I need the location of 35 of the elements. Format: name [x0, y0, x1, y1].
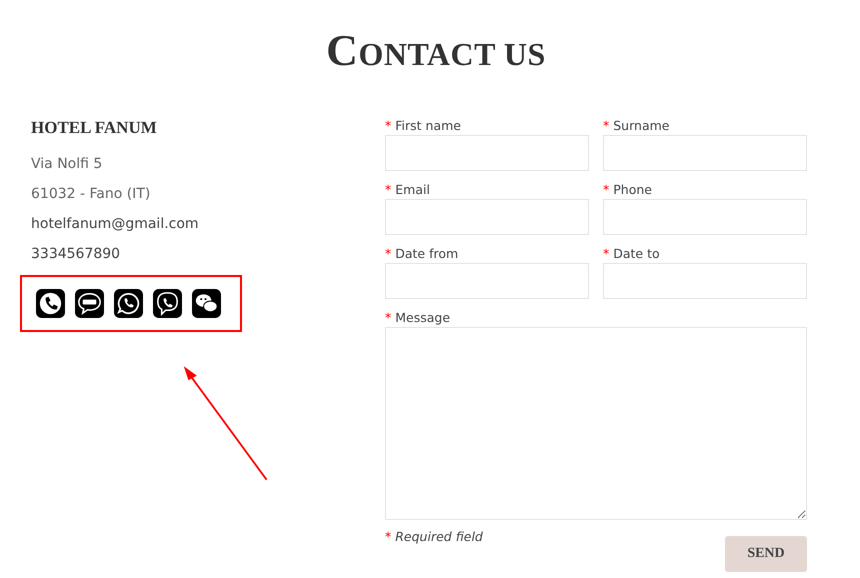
required-asterisk: * [603, 246, 610, 261]
field-label: Surname [613, 118, 670, 133]
required-asterisk: * [385, 529, 392, 544]
message-field[interactable] [385, 327, 807, 520]
chat-bubble-icon[interactable] [75, 289, 104, 318]
field-label: Phone [613, 182, 652, 197]
required-asterisk: * [385, 182, 392, 197]
phone-icon[interactable] [36, 289, 65, 318]
required-asterisk: * [385, 118, 392, 133]
address-line: Via Nolfi 5 [31, 155, 104, 174]
send-button[interactable]: SEND [725, 536, 807, 572]
required-asterisk: * [603, 118, 610, 133]
field-label: Email [395, 182, 430, 197]
chat-bubbles-icon[interactable] [192, 289, 221, 318]
required-asterisk: * [603, 182, 610, 197]
address-line: 61032 - Fano (IT) [31, 185, 152, 204]
input-field[interactable] [603, 135, 807, 171]
field-label: Date to [613, 246, 660, 261]
field-label: Date from [395, 246, 458, 261]
email-text: hotelfanum@gmail.com [31, 215, 200, 234]
required-asterisk: * [385, 310, 392, 325]
input-field[interactable] [603, 263, 807, 299]
phone-number: 3334567890 [31, 245, 122, 264]
page-title: CONTACT US [325, 26, 547, 77]
input-field[interactable] [385, 135, 589, 171]
required-note: Required field [395, 529, 483, 544]
field-label: First name [395, 118, 461, 133]
input-field[interactable] [385, 199, 589, 235]
input-field[interactable] [385, 263, 589, 299]
hotel-name: HOTEL FANUM [31, 117, 158, 139]
phone-bubble-icon[interactable] [153, 289, 182, 318]
input-field[interactable] [603, 199, 807, 235]
field-label: Message [395, 310, 450, 325]
phone-bubble-icon[interactable] [114, 289, 143, 318]
required-asterisk: * [385, 246, 392, 261]
